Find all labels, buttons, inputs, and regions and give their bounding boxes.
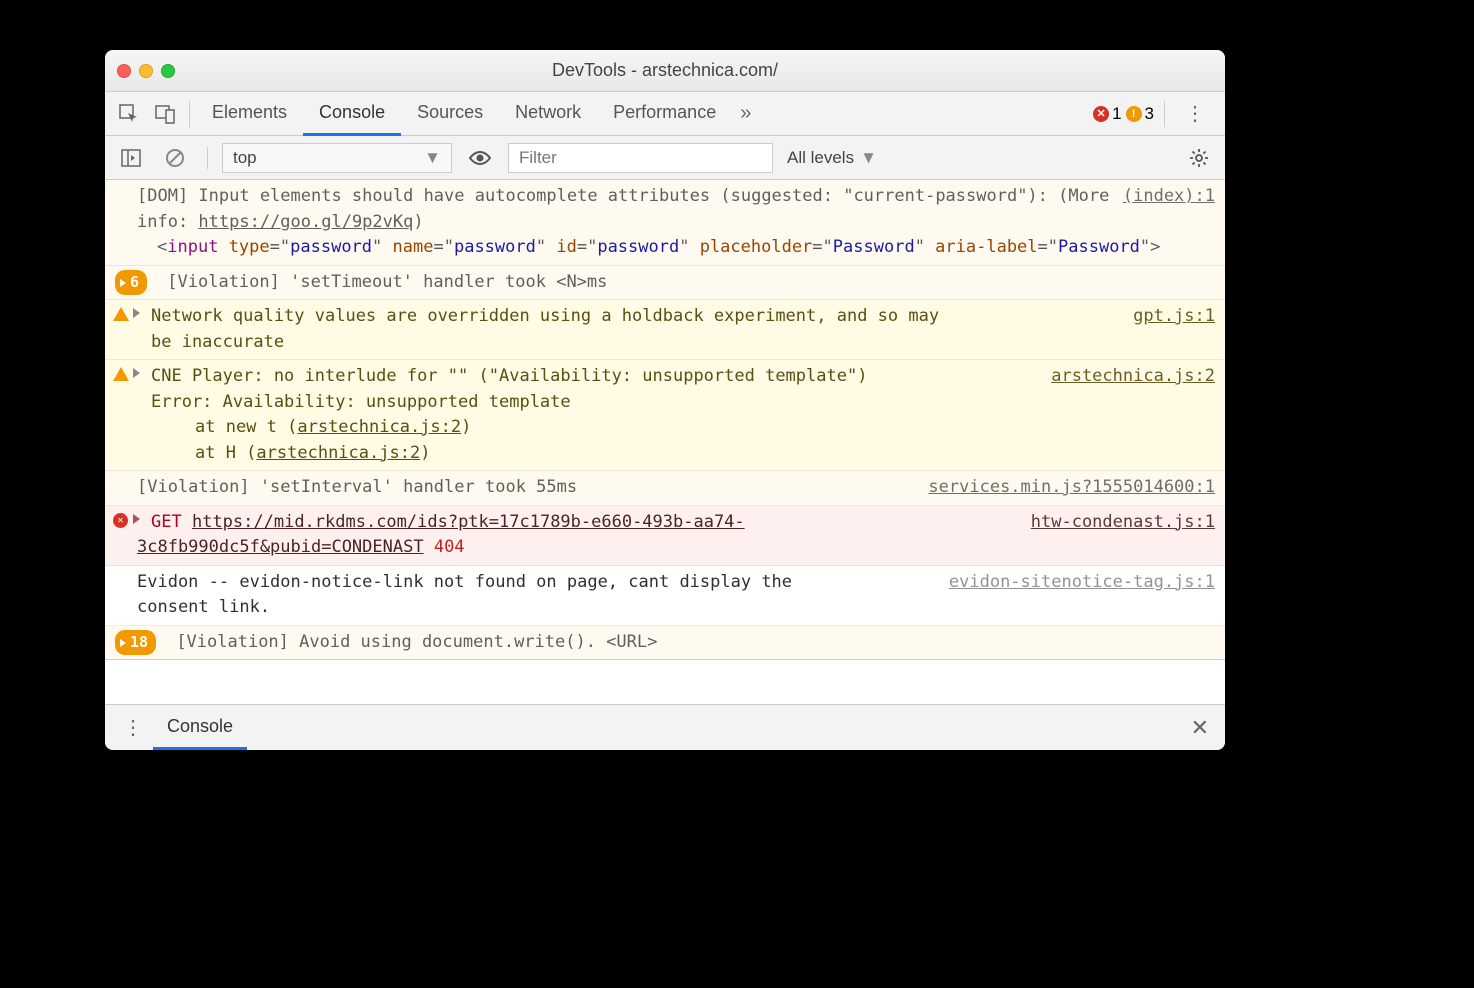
console-settings-icon[interactable] [1181,144,1217,172]
chevron-down-icon: ▼ [860,148,877,168]
stack-link[interactable]: arstechnica.js:2 [297,417,461,437]
expand-icon [120,639,126,647]
console-message[interactable]: services.min.js?1555014600:1 [Violation]… [105,471,1225,506]
error-count[interactable]: ✕ 1 [1093,104,1121,124]
message-text: [Violation] Avoid using document.write()… [176,632,657,652]
live-expression-icon[interactable] [460,144,500,172]
warning-icon [113,307,129,321]
error-count-value: 1 [1112,104,1121,124]
message-text: CNE Player: no interlude for "" ("Availa… [137,364,917,466]
warning-count-value: 3 [1145,104,1154,124]
message-source[interactable]: gpt.js:1 [1133,304,1215,330]
panel-tabs: Elements Console Sources Network Perform… [105,92,1225,136]
message-source[interactable]: arstechnica.js:2 [1051,364,1215,390]
drawer-menu-icon[interactable]: ⋮ [113,709,153,746]
clear-console-icon[interactable] [157,142,193,174]
warning-count[interactable]: ! 3 [1126,104,1154,124]
log-levels-selector[interactable]: All levels ▼ [781,148,883,168]
chevron-down-icon: ▼ [424,148,441,168]
inspect-element-icon[interactable] [111,98,147,130]
message-source[interactable]: evidon-sitenotice-tag.js:1 [949,570,1215,596]
levels-label: All levels [787,148,854,168]
toggle-sidebar-icon[interactable] [113,143,149,173]
tab-network[interactable]: Network [499,92,597,136]
expand-icon[interactable] [133,514,140,524]
error-icon: ✕ [113,513,128,528]
minimize-window-button[interactable] [139,64,153,78]
console-message[interactable]: 6 [Violation] 'setTimeout' handler took … [105,266,1225,301]
console-message[interactable]: 18 [Violation] Avoid using document.writ… [105,626,1225,661]
console-message[interactable]: gpt.js:1 Network quality values are over… [105,300,1225,360]
console-messages: (index):1 [DOM] Input elements should ha… [105,180,1225,704]
expand-icon [120,279,126,287]
tab-console[interactable]: Console [303,92,401,136]
stack-link[interactable]: arstechnica.js:2 [256,443,420,463]
close-drawer-icon[interactable]: ✕ [1183,711,1217,745]
separator [207,147,208,169]
warning-icon [113,367,129,381]
console-message[interactable]: evidon-sitenotice-tag.js:1 Evidon -- evi… [105,566,1225,626]
repeat-count-badge[interactable]: 18 [115,630,156,655]
expand-icon[interactable] [133,308,140,318]
console-message[interactable]: (index):1 [DOM] Input elements should ha… [105,180,1225,266]
context-value: top [233,148,257,168]
settings-menu-icon[interactable]: ⋮ [1175,95,1215,132]
traffic-lights [117,64,175,78]
device-toolbar-icon[interactable] [147,98,183,130]
drawer-tab-console[interactable]: Console [153,706,247,750]
message-text: Network quality values are overridden us… [137,304,957,355]
zoom-window-button[interactable] [161,64,175,78]
console-message[interactable]: ✕ htw-condenast.js:1 GET https://mid.rkd… [105,506,1225,566]
devtools-window: DevTools - arstechnica.com/ Elements Con… [105,50,1225,750]
drawer: ⋮ Console ✕ [105,704,1225,750]
expand-icon[interactable] [133,368,140,378]
window-title: DevTools - arstechnica.com/ [105,60,1225,81]
message-source[interactable]: services.min.js?1555014600:1 [928,475,1215,501]
context-selector[interactable]: top ▼ [222,143,452,173]
more-tabs-icon[interactable]: » [732,96,759,131]
close-window-button[interactable] [117,64,131,78]
tab-sources[interactable]: Sources [401,92,499,136]
message-source[interactable]: (index):1 [1123,184,1215,210]
tab-performance[interactable]: Performance [597,92,732,136]
console-message[interactable]: arstechnica.js:2 CNE Player: no interlud… [105,360,1225,471]
titlebar: DevTools - arstechnica.com/ [105,50,1225,92]
console-toolbar: top ▼ All levels ▼ [105,136,1225,180]
warning-icon: ! [1126,106,1142,122]
message-text: [DOM] Input elements should have autocom… [137,186,1109,232]
separator [189,101,190,127]
separator [1164,101,1165,127]
message-text: [Violation] 'setInterval' handler took 5… [137,477,577,497]
message-text: [Violation] 'setTimeout' handler took <N… [167,272,607,292]
message-text: GET https://mid.rkdms.com/ids?ptk=17c178… [137,512,745,558]
message-text: Evidon -- evidon-notice-link not found o… [137,570,837,621]
code-snippet: <input type="password" name="password" i… [137,235,1215,261]
filter-input[interactable] [508,143,773,173]
info-link[interactable]: https://goo.gl/9p2vKq [198,212,413,232]
error-icon: ✕ [1093,106,1109,122]
message-source[interactable]: htw-condenast.js:1 [1031,510,1215,536]
tab-elements[interactable]: Elements [196,92,303,136]
repeat-count-badge[interactable]: 6 [115,270,147,295]
